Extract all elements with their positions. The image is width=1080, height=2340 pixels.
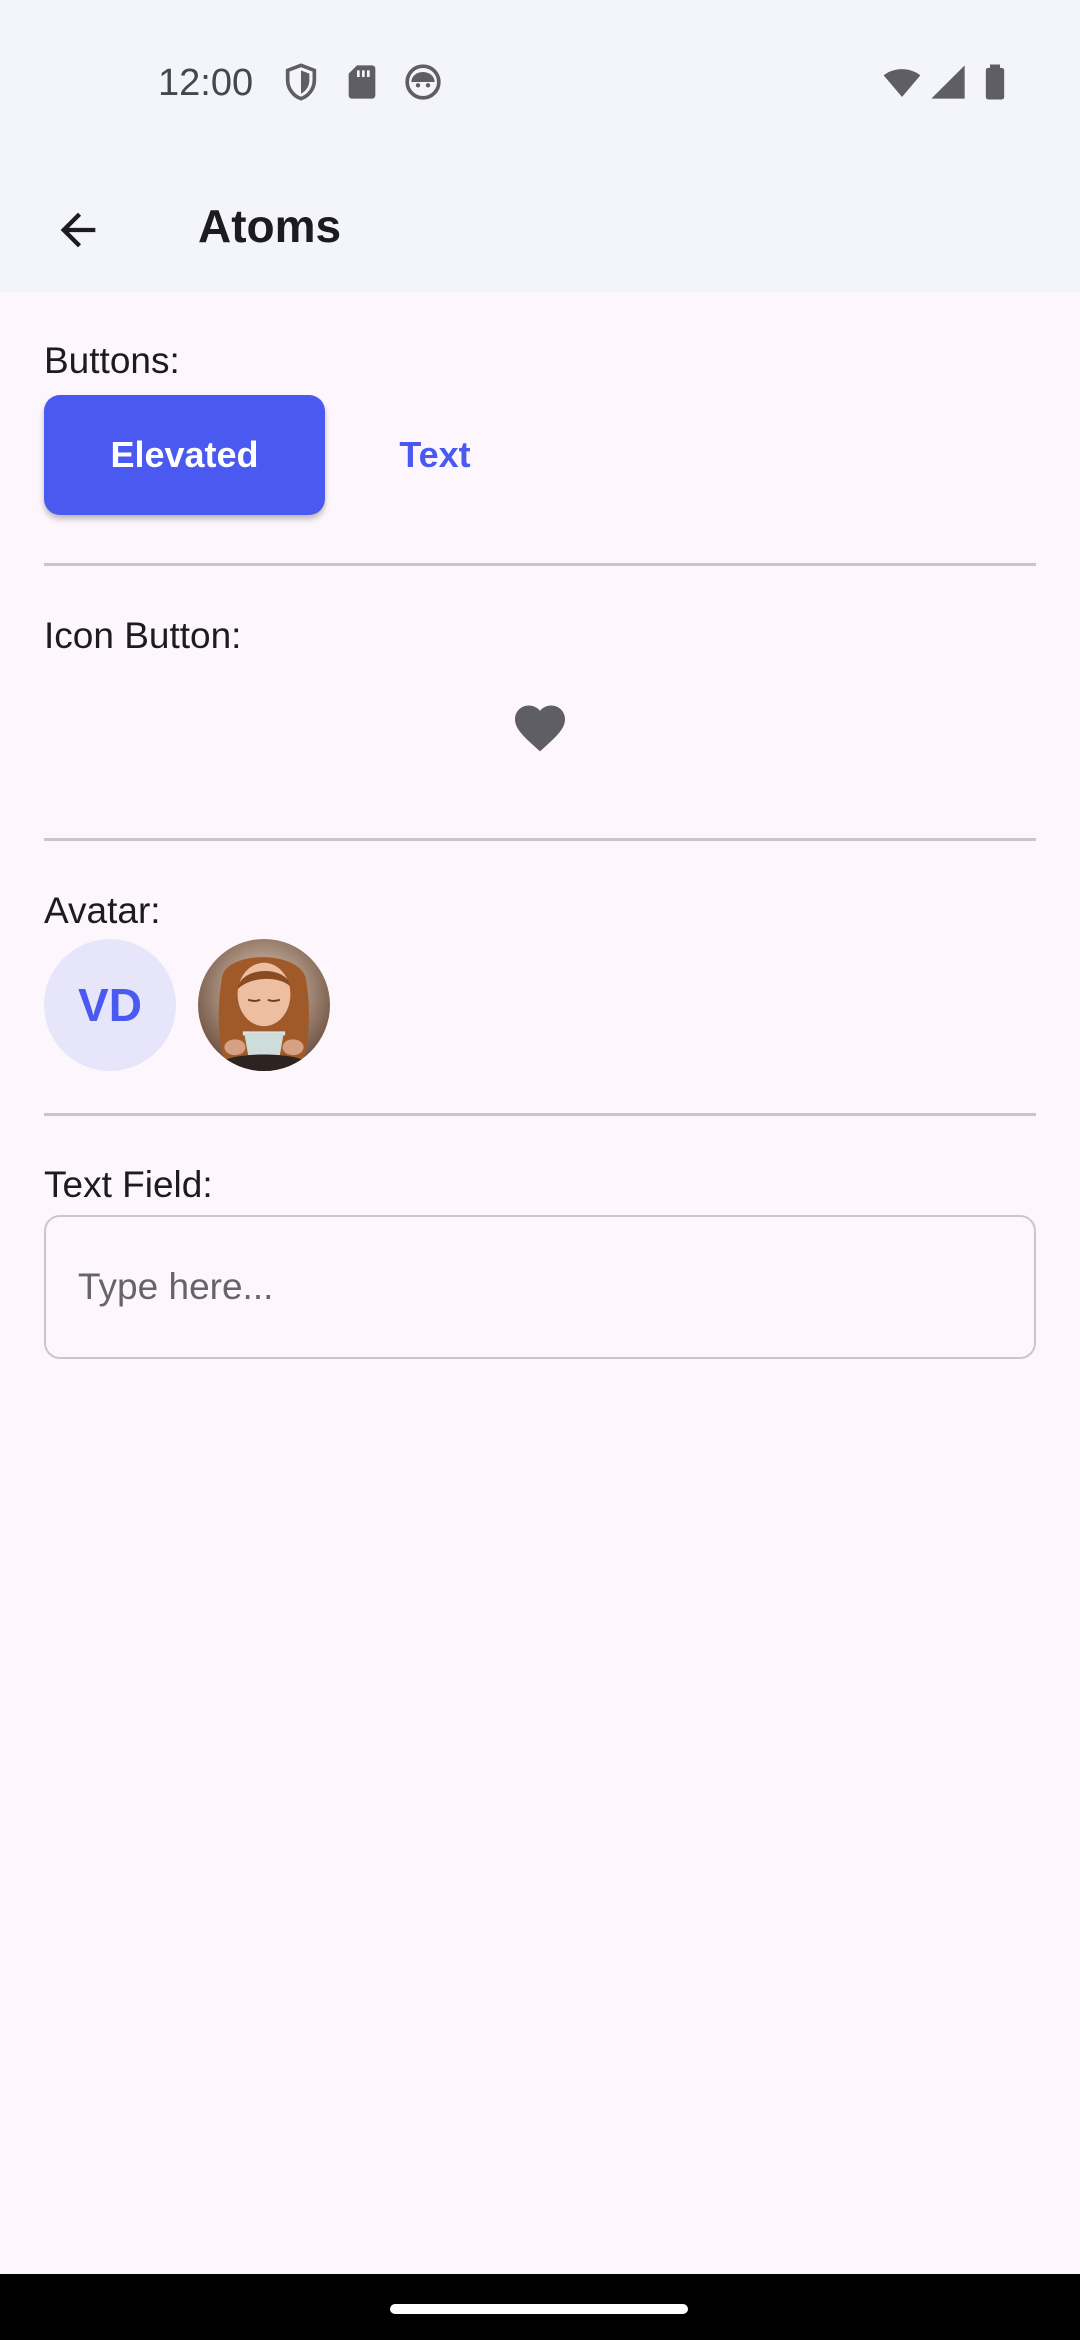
arrow-back-icon	[60, 212, 96, 248]
divider	[44, 838, 1036, 841]
favorite-icon-button[interactable]	[492, 680, 588, 776]
icon-button-section-label: Icon Button:	[44, 615, 242, 656]
page-title: Atoms	[198, 200, 342, 252]
divider	[44, 563, 1036, 566]
avatar-initials: VD	[44, 939, 176, 1071]
divider	[44, 1113, 1036, 1116]
sd-card-icon	[342, 62, 382, 102]
app-bar: Atoms	[0, 160, 1080, 292]
avatar-photo	[198, 939, 330, 1071]
status-bar: 12:00	[0, 0, 1080, 160]
text-input[interactable]	[44, 1215, 1036, 1359]
battery-icon	[975, 62, 1015, 102]
avatar-section-label: Avatar:	[44, 890, 161, 931]
android-face-icon	[403, 62, 443, 102]
text-button[interactable]: Text	[360, 395, 510, 515]
back-button[interactable]	[30, 182, 126, 278]
heart-icon	[515, 705, 565, 752]
shield-icon	[281, 62, 321, 102]
status-time: 12:00	[158, 62, 254, 104]
navigation-bar	[0, 2274, 1080, 2340]
home-indicator[interactable]	[390, 2304, 688, 2314]
buttons-section-label: Buttons:	[44, 340, 180, 381]
text-field-section-label: Text Field:	[44, 1164, 213, 1205]
wifi-icon	[880, 62, 924, 102]
elevated-button[interactable]: Elevated	[44, 395, 325, 515]
signal-icon	[928, 62, 968, 102]
